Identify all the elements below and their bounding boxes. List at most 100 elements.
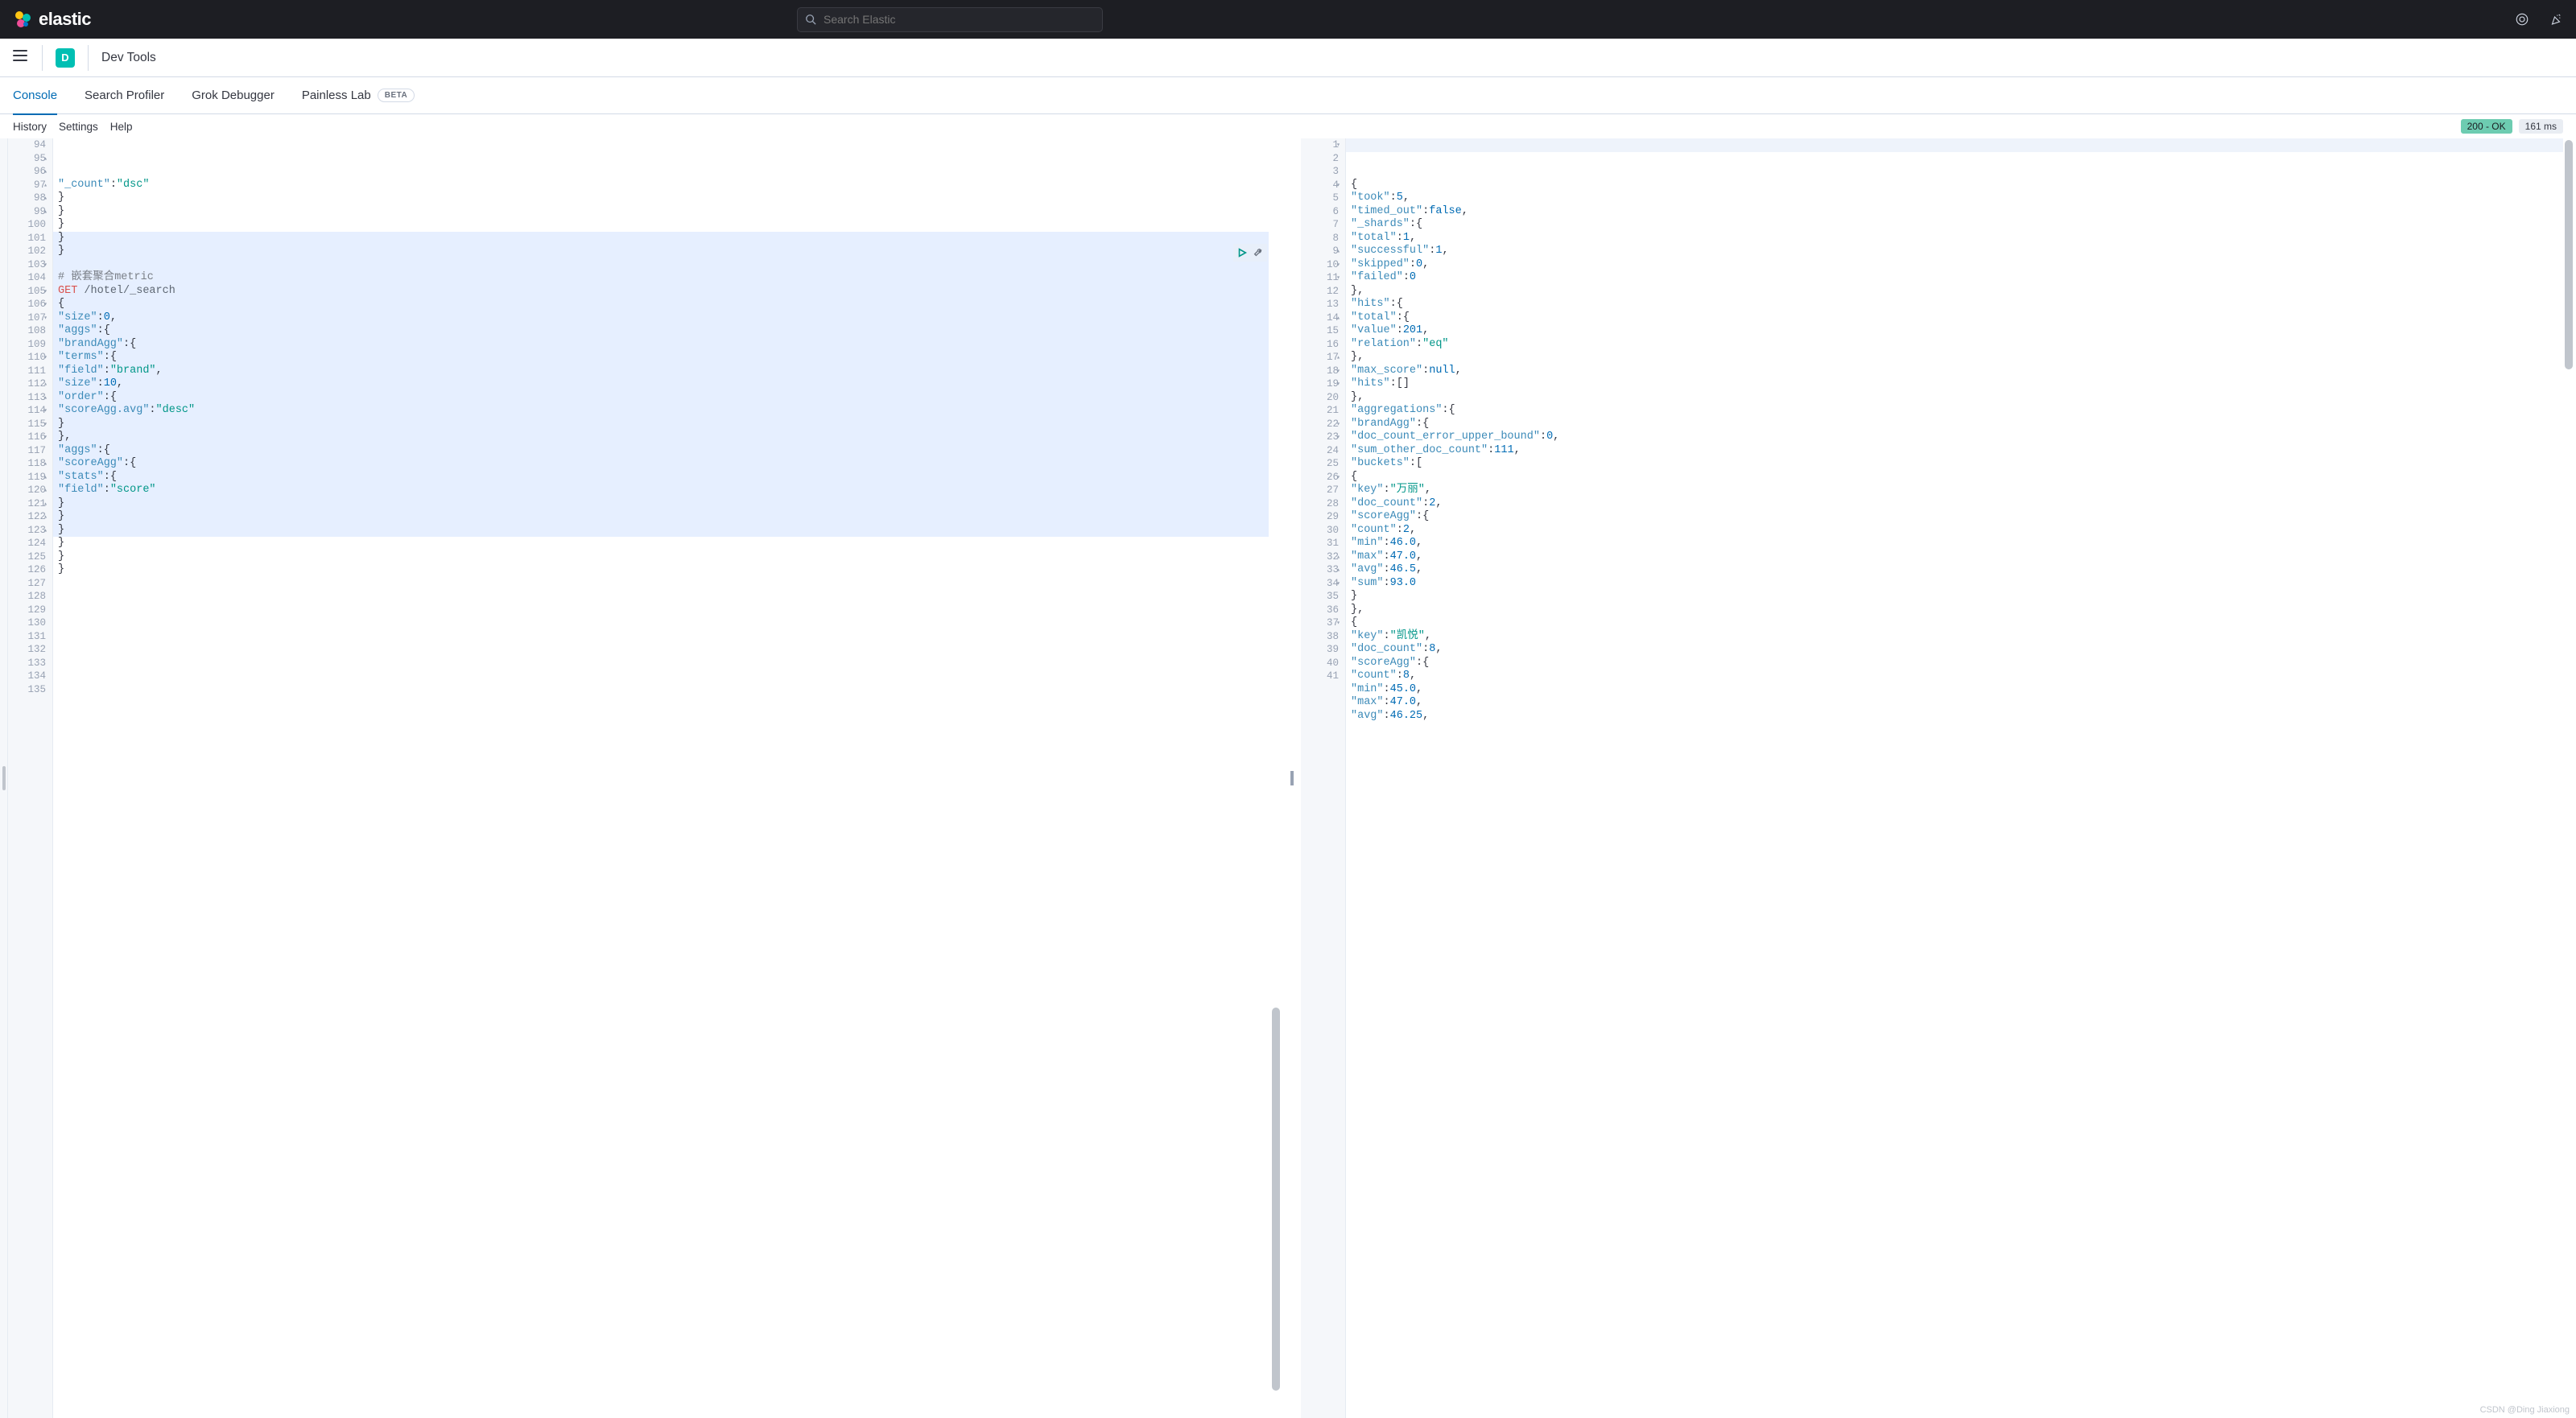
code-line[interactable]: "doc_count_error_upper_bound" : 0,: [1351, 431, 2576, 444]
code-line[interactable]: "brandAgg": {: [58, 338, 1283, 352]
code-line[interactable]: "scoreAgg" : {: [1351, 510, 2576, 524]
code-line[interactable]: },: [1351, 285, 2576, 299]
code-line[interactable]: "scoreAgg": {: [58, 457, 1283, 471]
code-line[interactable]: "key" : "凯悦",: [1351, 630, 2576, 644]
code-line[interactable]: "field": "brand",: [58, 365, 1283, 378]
code-line[interactable]: "key" : "万丽",: [1351, 484, 2576, 497]
code-line[interactable]: },: [1351, 351, 2576, 365]
request-editor[interactable]: 9495969798991001011021031041051061071081…: [8, 138, 1283, 1418]
code-line[interactable]: "failed" : 0: [1351, 271, 2576, 285]
code-line[interactable]: GET /hotel/_search: [58, 285, 1283, 299]
code-line[interactable]: }: [1351, 590, 2576, 604]
search-input[interactable]: [797, 7, 1103, 32]
code-line[interactable]: "aggs": {: [58, 444, 1283, 458]
nav-toggle-button[interactable]: [13, 50, 29, 66]
code-line[interactable]: },: [1351, 604, 2576, 617]
code-line[interactable]: "avg" : 46.5,: [1351, 563, 2576, 577]
code-line[interactable]: }: [58, 192, 1283, 205]
code-line[interactable]: # 嵌套聚合metric: [58, 271, 1283, 285]
code-line[interactable]: "count" : 8,: [1351, 670, 2576, 683]
code-line[interactable]: "field": "score": [58, 484, 1283, 497]
code-line[interactable]: "terms": {: [58, 351, 1283, 365]
code-line[interactable]: [58, 696, 1283, 710]
code-line[interactable]: }: [58, 537, 1283, 550]
code-line[interactable]: "max_score" : null,: [1351, 365, 2576, 378]
code-line[interactable]: [58, 616, 1283, 630]
global-search[interactable]: [797, 7, 1103, 32]
code-line[interactable]: "size": 0,: [58, 311, 1283, 325]
code-line[interactable]: }: [58, 245, 1283, 258]
code-line[interactable]: },: [1351, 391, 2576, 405]
code-line[interactable]: "aggregations" : {: [1351, 404, 2576, 418]
code-line[interactable]: }: [58, 497, 1283, 511]
settings-link[interactable]: Settings: [59, 121, 98, 133]
code-line[interactable]: "size": 10,: [58, 377, 1283, 391]
logo[interactable]: elastic: [13, 9, 91, 30]
code-line[interactable]: }: [58, 218, 1283, 232]
code-line[interactable]: "doc_count" : 8,: [1351, 643, 2576, 657]
left-collapse-gutter[interactable]: [0, 138, 8, 1418]
code-line[interactable]: [58, 258, 1283, 272]
code-line[interactable]: "value" : 201,: [1351, 324, 2576, 338]
code-line[interactable]: {: [1351, 616, 2576, 630]
code-line[interactable]: }: [58, 550, 1283, 564]
code-line[interactable]: }: [58, 205, 1283, 219]
code-line[interactable]: {: [58, 298, 1283, 311]
code-line[interactable]: "sum" : 93.0: [1351, 577, 2576, 591]
code-line[interactable]: "doc_count" : 2,: [1351, 497, 2576, 511]
code-line[interactable]: [58, 657, 1283, 670]
response-viewer[interactable]: 1234567891011121314151617181920212223242…: [1301, 138, 2576, 1418]
tab-console[interactable]: Console: [13, 77, 57, 114]
history-link[interactable]: History: [13, 121, 47, 133]
code-line[interactable]: "aggs": {: [58, 324, 1283, 338]
code-line[interactable]: [58, 577, 1283, 591]
code-line[interactable]: "scoreAgg" : {: [1351, 657, 2576, 670]
code-line[interactable]: }: [58, 563, 1283, 577]
code-line[interactable]: "hits" : [ ]: [1351, 377, 2576, 391]
code-line[interactable]: "hits" : {: [1351, 298, 2576, 311]
code-line[interactable]: [58, 683, 1283, 697]
code-line[interactable]: "avg" : 46.25,: [1351, 710, 2576, 723]
code-line[interactable]: "total" : {: [1351, 311, 2576, 325]
pane-splitter[interactable]: [1283, 138, 1301, 1418]
request-options-button[interactable]: [1251, 245, 1265, 260]
code-line[interactable]: "_shards" : {: [1351, 218, 2576, 232]
code-line[interactable]: [58, 723, 1283, 736]
code-line[interactable]: "max" : 47.0,: [1351, 550, 2576, 564]
code-line[interactable]: }: [58, 232, 1283, 245]
code-line[interactable]: "order": {: [58, 391, 1283, 405]
code-line[interactable]: "brandAgg" : {: [1351, 418, 2576, 431]
code-line[interactable]: "buckets" : [: [1351, 457, 2576, 471]
tab-grok-debugger[interactable]: Grok Debugger: [192, 77, 275, 114]
code-line[interactable]: "stats": {: [58, 471, 1283, 484]
code-line[interactable]: "relation" : "eq": [1351, 338, 2576, 352]
code-line[interactable]: },: [58, 431, 1283, 444]
code-line[interactable]: "sum_other_doc_count" : 111,: [1351, 444, 2576, 458]
code-line[interactable]: "scoreAgg.avg": "desc": [58, 404, 1283, 418]
space-selector[interactable]: D: [56, 48, 75, 68]
code-line[interactable]: {: [1351, 179, 2576, 192]
code-line[interactable]: "max" : 47.0,: [1351, 696, 2576, 710]
code-line[interactable]: "total" : 1,: [1351, 232, 2576, 245]
tab-search-profiler[interactable]: Search Profiler: [85, 77, 164, 114]
code-line[interactable]: [58, 710, 1283, 723]
send-request-button[interactable]: [1235, 245, 1249, 260]
code-line[interactable]: [58, 604, 1283, 617]
code-line[interactable]: }: [58, 524, 1283, 538]
code-line[interactable]: "took" : 5,: [1351, 192, 2576, 205]
tab-painless-lab[interactable]: Painless Lab BETA: [302, 77, 415, 114]
code-line[interactable]: }: [58, 510, 1283, 524]
code-line[interactable]: [58, 630, 1283, 644]
code-line[interactable]: {: [1351, 471, 2576, 484]
code-line[interactable]: }: [58, 418, 1283, 431]
code-line[interactable]: "skipped" : 0,: [1351, 258, 2576, 272]
code-line[interactable]: [58, 590, 1283, 604]
news-icon[interactable]: [2515, 12, 2529, 27]
code-line[interactable]: [58, 643, 1283, 657]
code-line[interactable]: "_count" : "dsc": [58, 179, 1283, 192]
code-line[interactable]: "successful" : 1,: [1351, 245, 2576, 258]
help-link[interactable]: Help: [110, 121, 133, 133]
code-line[interactable]: "min" : 45.0,: [1351, 683, 2576, 697]
code-line[interactable]: "min" : 46.0,: [1351, 537, 2576, 550]
code-line[interactable]: "timed_out" : false,: [1351, 205, 2576, 219]
